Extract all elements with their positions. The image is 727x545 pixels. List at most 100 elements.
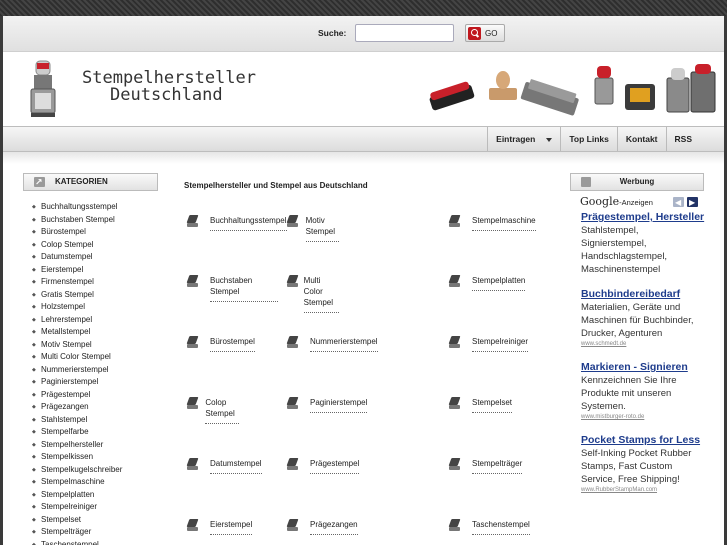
sidebar-item[interactable]: Prägezangen [32,401,122,414]
category-link[interactable]: Prägestempel [286,456,360,474]
sidebar-item[interactable]: Metallstempel [32,326,122,339]
ad-title-link[interactable]: Prägestempel, Hersteller [581,210,706,224]
stamp-icon [186,458,199,471]
category-link[interactable]: Stempelreiniger [448,334,529,352]
sidebar-item[interactable]: Paginierstempel [32,376,122,389]
sidebar-item[interactable]: Holzstempel [32,301,122,314]
site-header: Stempelhersteller Deutschland [3,52,724,126]
ads-list: Prägestempel, Hersteller Stahlstempel, Si… [581,210,706,506]
search-input[interactable] [355,24,454,42]
category-link[interactable]: Stempelset [448,395,513,413]
ad-title-link[interactable]: Pocket Stamps for Less [581,433,706,447]
category-link-label: Bürostempel [210,334,255,352]
sidebar-item[interactable]: Stempelset [32,514,122,527]
sidebar-item[interactable]: Bürostempel [32,226,122,239]
sidebar-item[interactable]: Stempelkugelschreiber [32,464,122,477]
category-link-label: Motiv Stempel [305,213,340,242]
sidebar-item[interactable]: Stempelmaschine [32,476,122,489]
sidebar-item[interactable]: Multi Color Stempel [32,351,122,364]
sidebar-item[interactable]: Stempelplatten [32,489,122,502]
sidebar-item[interactable]: Firmenstempel [32,276,122,289]
sidebar-title: KATEGORIEN [55,177,108,186]
sidebar-item[interactable]: Lehrerstempel [32,314,122,327]
category-link[interactable]: Buchstaben Stempel [186,273,278,302]
sidebar-item[interactable]: Motiv Stempel [32,339,122,352]
page-title: Stempelhersteller und Stempel aus Deutsc… [184,181,368,190]
category-link[interactable]: Bürostempel [186,334,255,352]
stamp-icon [448,397,461,410]
category-link-label: Prägestempel [310,456,360,474]
stamp-icon [186,336,199,349]
site-logo[interactable]: Stempelhersteller Deutschland [82,70,256,104]
sidebar-item[interactable]: Stempelfarbe [32,426,122,439]
category-link[interactable]: Paginierstempel [286,395,368,413]
category-link-label: Buchhaltungsstempel [210,213,287,231]
sidebar-item[interactable]: Eierstempel [32,264,122,277]
ad-url-link[interactable]: www.RubberStampMan.com [581,486,706,495]
category-link[interactable]: Datumstempel [186,456,262,474]
sidebar-item[interactable]: Gratis Stempel [32,289,122,302]
category-list: BuchhaltungsstempelBuchstaben StempelBür… [32,201,122,545]
category-link[interactable]: Multi Color Stempel [286,273,340,313]
ad-item: Prägestempel, Hersteller Stahlstempel, Si… [581,210,706,276]
category-link[interactable]: Motiv Stempel [286,213,340,242]
category-link[interactable]: Buchhaltungsstempel [186,213,287,231]
sidebar-item[interactable]: Stempelträger [32,526,122,539]
sidebar-item[interactable]: Buchhaltungsstempel [32,201,122,214]
search-label: Suche: [318,28,347,38]
sidebar-item[interactable]: Colop Stempel [32,239,122,252]
sidebar-item[interactable]: Prägestempel [32,389,122,402]
top-strip [0,0,727,16]
stamps-banner-image [429,64,716,116]
next-ad-icon[interactable] [687,196,698,210]
stamp-icon [286,336,299,349]
category-link-label: Stempelset [472,395,513,413]
stamp-icon [286,397,299,410]
stamp-icon [286,275,298,288]
category-link[interactable]: Nummerierstempel [286,334,378,352]
sidebar-item[interactable]: Stempelreiniger [32,501,122,514]
arrow-icon [34,174,45,190]
ad-url-link[interactable]: www.mistburger-roto.de [581,413,706,422]
nav-item-eintragen[interactable]: Eintragen [487,127,560,151]
sidebar-item[interactable]: Taschenstempel [32,539,122,545]
sidebar-item[interactable]: Stempelkissen [32,451,122,464]
ad-url-link[interactable]: www.schmedt.de [581,340,706,349]
category-link[interactable]: Stempelmaschine [448,213,536,231]
category-link-label: Colop Stempel [205,395,240,424]
chevron-down-icon [546,137,553,142]
go-label: GO [485,28,498,38]
nav-item-rss[interactable]: RSS [665,127,700,151]
category-link[interactable]: Colop Stempel [186,395,240,424]
category-link[interactable]: Stempelplatten [448,273,526,291]
stamp-icon [186,215,199,228]
sidebar-item[interactable]: Nummerierstempel [32,364,122,377]
google-logo: Google [580,195,620,208]
category-link[interactable]: Stempelträger [448,456,523,474]
nav-item-kontakt[interactable]: Kontakt [616,127,666,151]
sidebar-item[interactable]: Datumstempel [32,251,122,264]
logo-line-2: Deutschland [110,85,223,105]
ad-title-link[interactable]: Markieren - Signieren [581,360,706,374]
category-link[interactable]: Taschenstempel [448,517,530,535]
sidebar-item[interactable]: Stahlstempel [32,414,122,427]
ad-text: Kennzeichnen Sie Ihre Produkte mit unser… [581,375,677,412]
category-link-label: Prägezangen [310,517,358,535]
previous-ad-icon[interactable] [673,196,684,210]
nav-item-top-links[interactable]: Top Links [560,127,617,151]
ad-title-link[interactable]: Buchbindereibedarf [581,287,706,301]
category-link[interactable]: Prägezangen [286,517,358,535]
sidebar-item[interactable]: Buchstaben Stempel [32,214,122,227]
go-button[interactable]: GO [465,24,505,42]
category-link-label: Nummerierstempel [310,334,378,352]
stamp-icon [286,519,299,532]
stamp-icon [186,519,199,532]
page: Suche: GO Stempelhersteller Deutschland [3,16,724,545]
category-link-label: Stempelreiniger [472,334,529,352]
search-icon [468,26,481,40]
sidebar-item[interactable]: Stempelhersteller [32,439,122,452]
category-link[interactable]: Eierstempel [186,517,253,535]
ads-header: Werbung [570,173,704,191]
stamp-icon [448,215,461,228]
sidebar-header: KATEGORIEN [23,173,158,191]
